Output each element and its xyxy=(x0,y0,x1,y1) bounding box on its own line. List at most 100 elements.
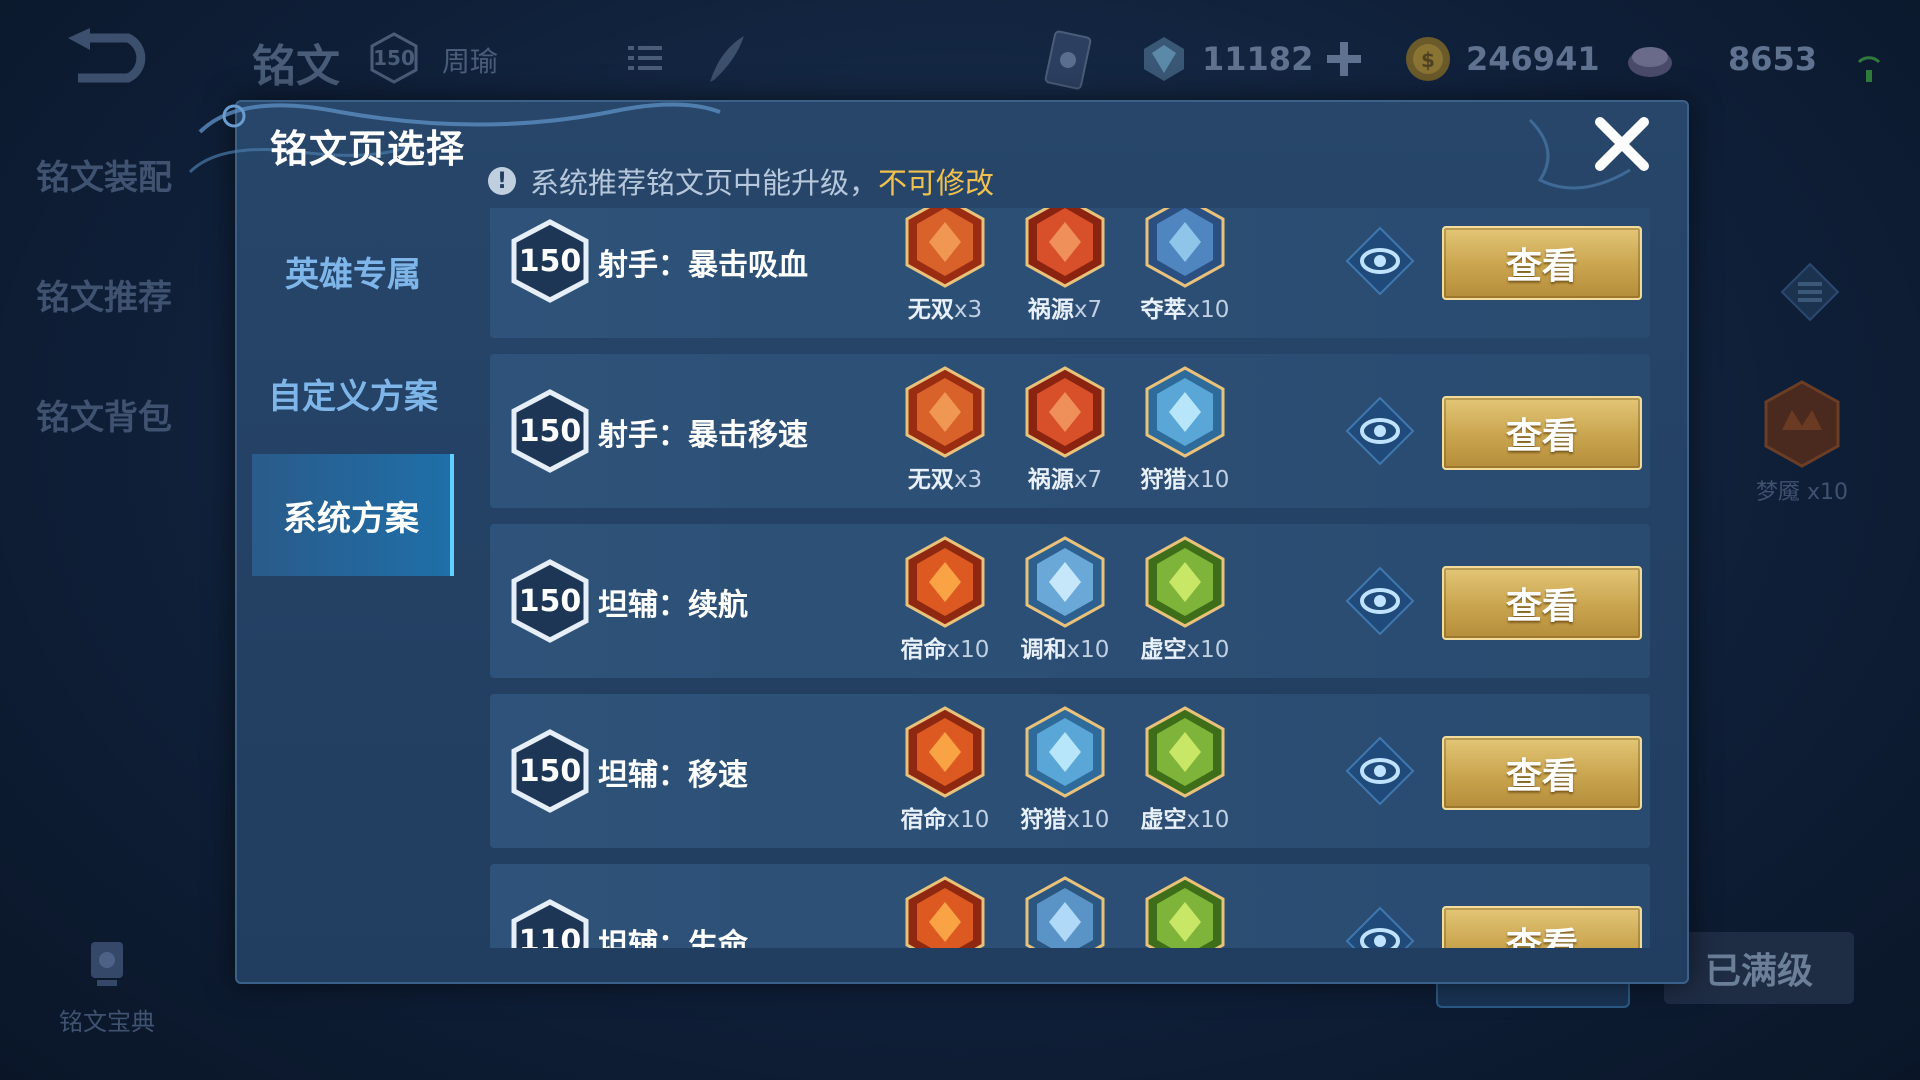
rune-item: 虚空x10 xyxy=(1125,876,1245,948)
eye-icon[interactable] xyxy=(1345,736,1415,806)
rune-item: 狩猎x10 xyxy=(1125,366,1245,494)
rune-page-row[interactable]: 150 坦辅：移速 宿命x10 狩猎x10 虚空x10 查看 xyxy=(490,694,1650,848)
rune-card-icon[interactable] xyxy=(1040,28,1096,92)
tab-custom-plan[interactable]: 自定义方案 xyxy=(252,332,454,454)
rune-fragment-currency: 8653 xyxy=(1626,34,1817,84)
rune-label: 狩猎x10 xyxy=(1020,807,1110,833)
diamond-icon xyxy=(1144,37,1184,81)
mengyan-rune-icon xyxy=(1764,380,1840,468)
rune-item: 宿命x10 xyxy=(885,536,1005,664)
gold-count: 246941 xyxy=(1466,40,1600,78)
rune-label: 狩猎x10 xyxy=(1140,467,1230,493)
rune-list: 无双x3 祸源x7 夺萃x10 鹰眼 xyxy=(885,208,1255,336)
rune-fragment-count: 8653 xyxy=(1728,40,1818,78)
view-button[interactable]: 查看 xyxy=(1442,226,1642,300)
close-icon[interactable] xyxy=(1592,114,1652,174)
view-button[interactable]: 查看 xyxy=(1442,906,1642,948)
rune-item: 夺萃x10 xyxy=(1125,208,1245,324)
rune-page-level: 110 xyxy=(518,923,582,949)
huoyuan-rune-icon xyxy=(1025,366,1105,458)
diamond-count: 11182 xyxy=(1202,40,1314,78)
xukong-rune-icon xyxy=(1145,536,1225,628)
nav-rune-bag[interactable]: 铭文背包 xyxy=(36,390,186,510)
xukong-rune-icon xyxy=(1145,876,1225,948)
rune-page-row[interactable]: 150 射手：暴击移速无双x3 祸源x7 狩猎x10 鹰眼 查看 xyxy=(490,354,1650,508)
left-nav: 铭文装配 铭文推荐 铭文背包 xyxy=(36,150,186,510)
tab-hero-exclusive[interactable]: 英雄专属 xyxy=(252,210,454,332)
shoulie-rune-icon xyxy=(1145,366,1225,458)
list-icon[interactable] xyxy=(628,44,662,72)
diamond-currency: 11182 xyxy=(1140,34,1362,84)
rune-item: 鹰眼 xyxy=(1245,208,1255,324)
rune-item: 调和x10 xyxy=(1005,536,1125,664)
nav-rune-equip[interactable]: 铭文装配 xyxy=(36,150,186,270)
rune-label: 虚空x10 xyxy=(1140,807,1230,833)
notice-text: 系统推荐铭文页中能升级， xyxy=(530,166,879,200)
tiaohe-rune-icon xyxy=(1025,536,1105,628)
rune-label: 鹰眼 xyxy=(1245,460,1255,494)
suming-rune-icon xyxy=(905,536,985,628)
rune-list: 宿命x10长生x10虚空x10 xyxy=(885,876,1255,948)
notice-bar: ! 系统推荐铭文页中能升级， 不可修改 xyxy=(488,160,994,202)
view-button[interactable]: 查看 xyxy=(1442,736,1642,810)
rune-page-list[interactable]: 150射手：暴击吸血无双x3祸源x7夺萃x10鹰眼查看150射手：暴击移速无双x… xyxy=(490,208,1650,948)
rune-item: 鹰眼 xyxy=(1245,366,1255,494)
menu-icon[interactable] xyxy=(1780,262,1840,322)
rune-item: 宿命x10 xyxy=(885,706,1005,834)
rune-list: 无双x3 祸源x7 狩猎x10 鹰眼 xyxy=(885,366,1255,506)
quill-icon[interactable] xyxy=(700,30,750,90)
rune-page-level: 150 xyxy=(518,583,582,619)
back-arrow-icon[interactable] xyxy=(58,28,158,88)
rune-label: 鹰眼 xyxy=(1245,290,1255,324)
rune-label: 无双x3 xyxy=(907,297,983,323)
gold-coin-icon: $ xyxy=(1406,37,1450,81)
rune-item: 宿命x10 xyxy=(885,876,1005,948)
eye-icon[interactable] xyxy=(1345,566,1415,636)
rune-label: 无双x3 xyxy=(907,467,983,493)
rune-item: 祸源x7 xyxy=(1005,366,1125,494)
rune-page-tabs: 英雄专属 自定义方案 系统方案 xyxy=(252,210,454,576)
rune-page-level: 150 xyxy=(518,243,582,279)
codex-icon xyxy=(91,942,123,986)
codex-label: 铭文宝典 xyxy=(59,1008,155,1036)
tab-system-plan[interactable]: 系统方案 xyxy=(252,454,454,576)
view-button[interactable]: 查看 xyxy=(1442,566,1642,640)
rune-label: 宿命x10 xyxy=(900,637,990,663)
rune-label: 虚空x10 xyxy=(1140,637,1230,663)
wushuang-rune-icon xyxy=(905,208,985,288)
plus-icon[interactable] xyxy=(1327,42,1362,76)
suming-rune-icon xyxy=(905,706,985,798)
max-level-button[interactable]: 已满级 xyxy=(1664,932,1854,1004)
rune-fragment-icon xyxy=(1628,47,1672,77)
hero-name[interactable]: 周瑜 xyxy=(442,40,498,80)
xukong-rune-icon xyxy=(1145,706,1225,798)
rune-page-row[interactable]: 150 射手：暴击吸血无双x3 祸源x7 夺萃x10 鹰眼 查看 xyxy=(490,208,1650,338)
right-rune-label: 梦魇 x10 xyxy=(1755,480,1848,505)
rune-page-row[interactable]: 150 坦辅：续航 宿命x10 调和x10 虚空x10 查看 xyxy=(490,524,1650,678)
rune-item: 虚空x10 xyxy=(1125,706,1245,834)
rune-page-name: 坦辅：移速 xyxy=(598,758,748,793)
rune-label: 宿命x10 xyxy=(900,807,990,833)
rune-list: 宿命x10 调和x10 虚空x10 xyxy=(885,536,1255,676)
rune-page-name: 坦辅：续航 xyxy=(598,588,748,623)
rune-page-row[interactable]: 110 坦辅：生命 宿命x10长生x10虚空x10 查看 xyxy=(490,864,1650,948)
rune-item: 狩猎x10 xyxy=(1005,706,1125,834)
duocui-rune-icon xyxy=(1145,208,1225,288)
notice-highlight: 不可修改 xyxy=(878,166,995,200)
nav-rune-recommend[interactable]: 铭文推荐 xyxy=(36,270,186,390)
rune-page-level: 150 xyxy=(518,413,582,449)
eye-icon[interactable] xyxy=(1345,226,1415,296)
gold-currency: $ 246941 xyxy=(1404,34,1600,84)
view-button[interactable]: 查看 xyxy=(1442,396,1642,470)
svg-text:$: $ xyxy=(1421,48,1435,72)
right-rune-preview: 梦魇 x10 xyxy=(1752,380,1852,506)
wushuang-rune-icon xyxy=(905,366,985,458)
eye-icon[interactable] xyxy=(1345,906,1415,948)
suming-rune-icon xyxy=(905,876,985,948)
hero-level: 150 xyxy=(373,46,415,70)
rune-label: 祸源x7 xyxy=(1027,467,1103,493)
wifi-signal-icon xyxy=(1857,56,1881,82)
rune-label: 夺萃x10 xyxy=(1140,297,1230,323)
eye-icon[interactable] xyxy=(1345,396,1415,466)
rune-codex[interactable]: 铭文宝典 xyxy=(52,940,162,1037)
